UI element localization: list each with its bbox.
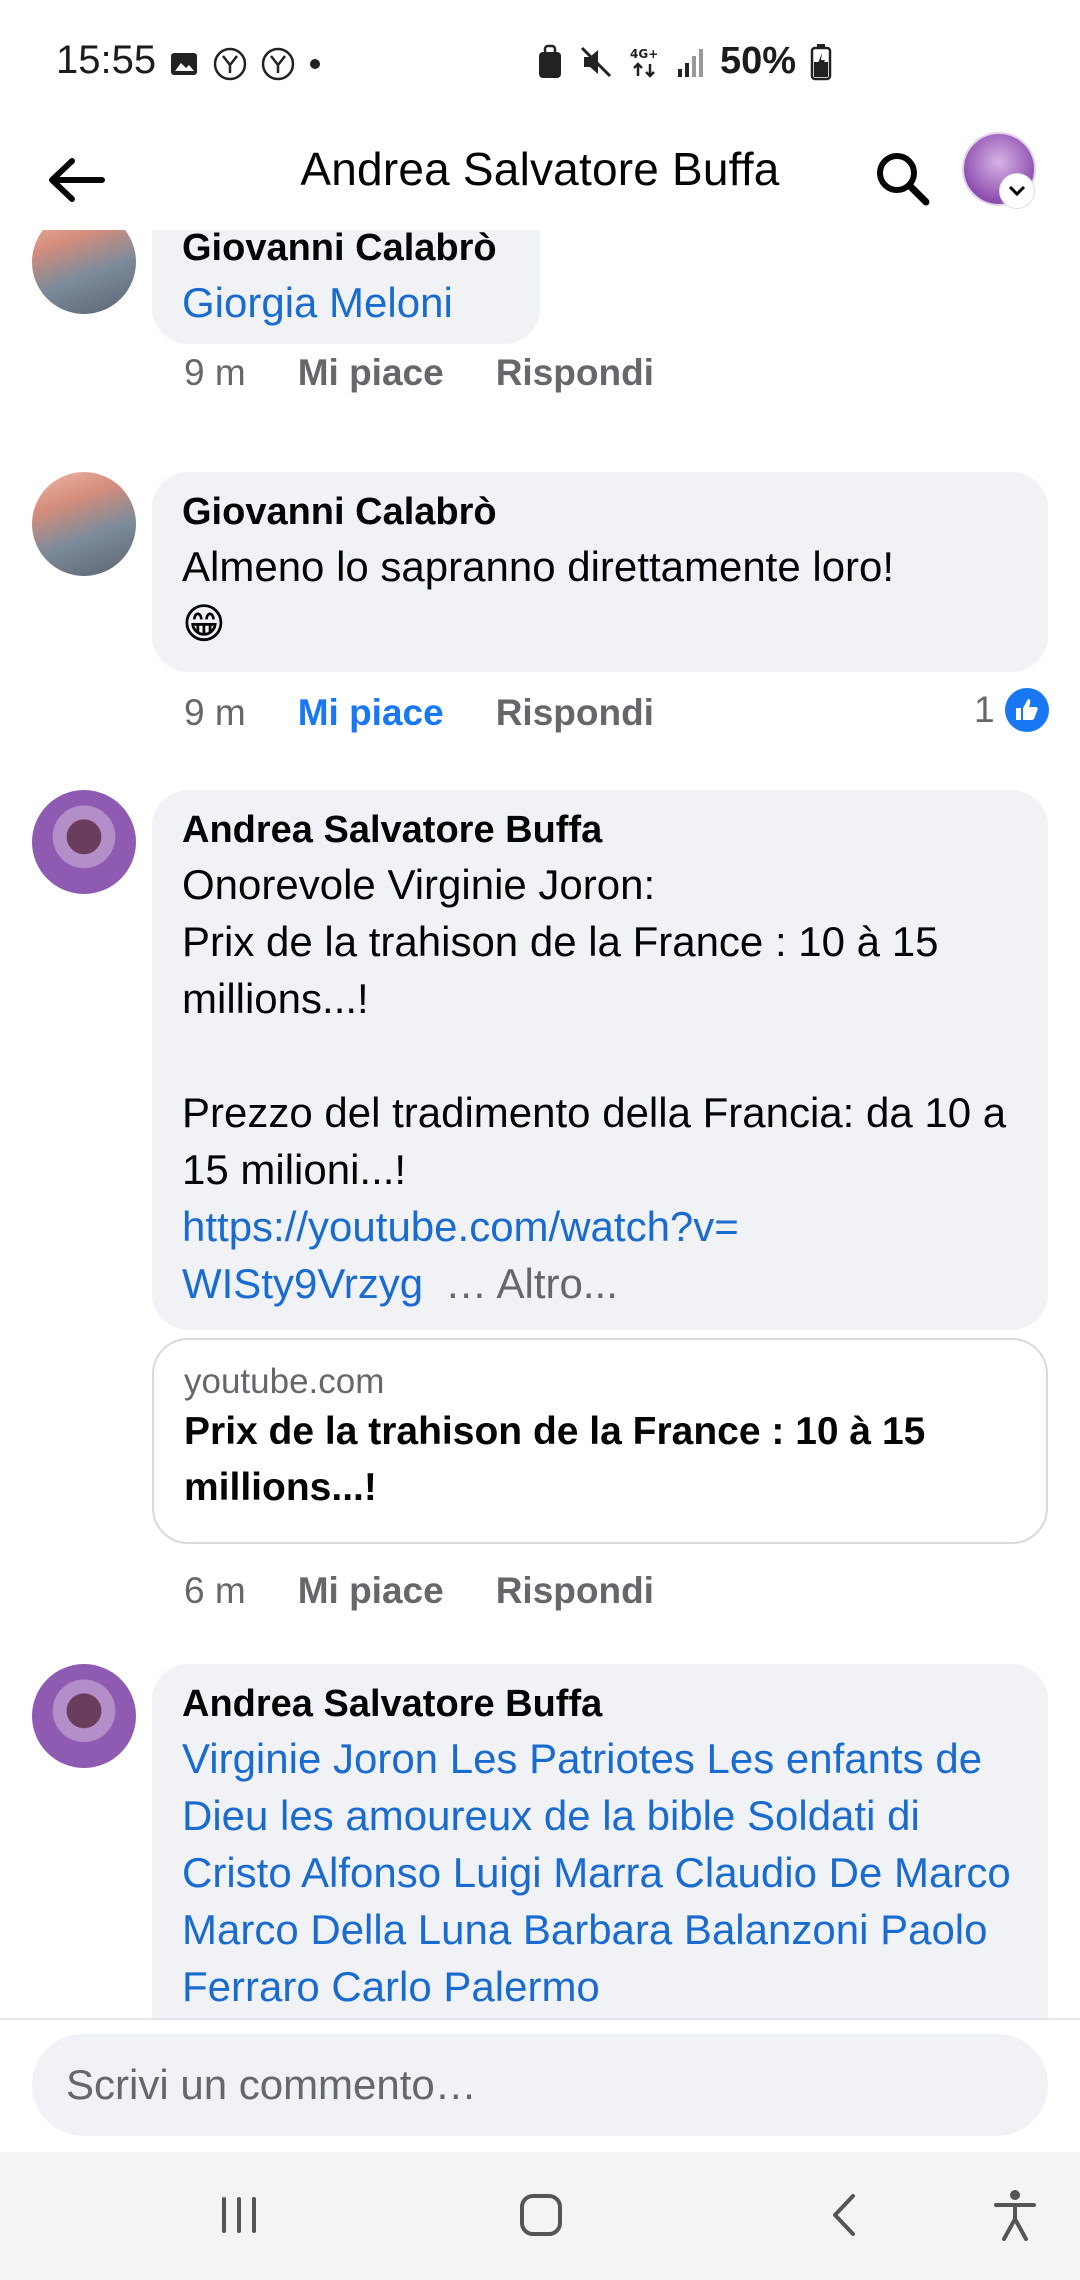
reaction-count: 1 — [974, 689, 995, 730]
comment-time: 9 m — [184, 352, 246, 393]
comment-author[interactable]: Andrea Salvatore Buffa — [182, 1678, 1018, 1730]
comment-text: Onorevole Virginie Joron: Prix de la tra… — [182, 861, 1007, 1193]
chevron-left-icon — [833, 2194, 855, 2236]
accessibility-icon — [994, 2190, 1036, 2241]
reply-button[interactable]: Rispondi — [496, 352, 654, 394]
network-4g-icon: 4G+ — [630, 47, 658, 78]
comment-text: Almeno lo sapranno direttamente loro! 😁 — [182, 543, 895, 647]
comment-time: 6 m — [184, 1570, 246, 1611]
user-avatar[interactable] — [32, 230, 136, 314]
reply-button[interactable]: Rispondi — [496, 1570, 654, 1612]
tagged-users-links[interactable]: Virginie Joron Les Patriotes Les enfants… — [182, 1730, 1018, 2015]
battery-percent: 50% — [720, 40, 797, 82]
like-button[interactable]: Mi piace — [298, 1570, 444, 1612]
system-navigation-bar — [0, 2152, 1080, 2280]
signal-icon — [678, 48, 703, 77]
comment-input[interactable]: Scrivi un commento… — [32, 2034, 1048, 2136]
reaction-summary[interactable]: 1 — [974, 688, 1049, 732]
tagged-user-link[interactable]: Giorgia Meloni — [182, 274, 510, 331]
mute-icon — [580, 46, 612, 77]
accessibility-button[interactable] — [970, 2180, 1060, 2250]
user-avatar[interactable] — [32, 790, 136, 894]
chevron-down-icon[interactable] — [1000, 174, 1034, 208]
see-more-link[interactable]: … Altro... — [445, 1260, 618, 1307]
thumbs-up-icon — [1004, 688, 1049, 732]
home-button[interactable] — [496, 2180, 586, 2250]
user-avatar[interactable] — [32, 1664, 136, 1768]
recent-apps-button[interactable] — [194, 2180, 284, 2250]
link-preview-card[interactable]: youtube.com Prix de la trahison de la Fr… — [152, 1338, 1048, 1544]
svg-text:4G+: 4G+ — [630, 47, 658, 61]
app-notification-icon — [213, 47, 247, 81]
comment-bubble[interactable]: Andrea Salvatore Buffa Virginie Joron Le… — [152, 1664, 1048, 2018]
app-header: Andrea Salvatore Buffa — [0, 130, 1080, 230]
comment-author[interactable]: Giovanni Calabrò — [182, 230, 510, 274]
link-title: Prix de la trahison de la France : 10 à … — [184, 1410, 926, 1509]
link-domain: youtube.com — [184, 1362, 385, 1401]
app-notification-icon — [261, 47, 295, 81]
comment-author[interactable]: Giovanni Calabrò — [182, 486, 1018, 538]
status-bar: 15:55 4G+ 50% — [0, 0, 1080, 130]
comment-time: 9 m — [184, 692, 246, 733]
comment-bubble[interactable]: Andrea Salvatore Buffa Onorevole Virgini… — [152, 790, 1048, 1330]
search-button[interactable] — [862, 138, 942, 218]
dot-icon — [310, 59, 320, 69]
search-icon — [877, 153, 930, 206]
comments-feed[interactable]: Giovanni Calabrò Giorgia Meloni 9 m Mi p… — [0, 230, 1080, 2018]
like-button[interactable]: Mi piace — [298, 352, 444, 394]
like-button[interactable]: Mi piace — [298, 692, 444, 734]
back-nav-button[interactable] — [800, 2180, 890, 2250]
status-time: 15:55 — [56, 38, 157, 82]
comment-composer: Scrivi un commento… — [0, 2018, 1080, 2154]
user-avatar[interactable] — [32, 472, 136, 576]
battery-icon — [810, 43, 832, 80]
gallery-icon — [171, 53, 197, 75]
comment-bubble[interactable]: Giovanni Calabrò Giorgia Meloni — [152, 230, 540, 344]
recycle-lock-icon — [539, 44, 561, 78]
home-icon — [520, 2194, 562, 2236]
comment-bubble[interactable]: Giovanni Calabrò Almeno lo sapranno dire… — [152, 472, 1048, 672]
reply-button[interactable]: Rispondi — [496, 692, 654, 734]
recent-apps-icon — [222, 2197, 256, 2233]
comment-author[interactable]: Andrea Salvatore Buffa — [182, 804, 1018, 856]
